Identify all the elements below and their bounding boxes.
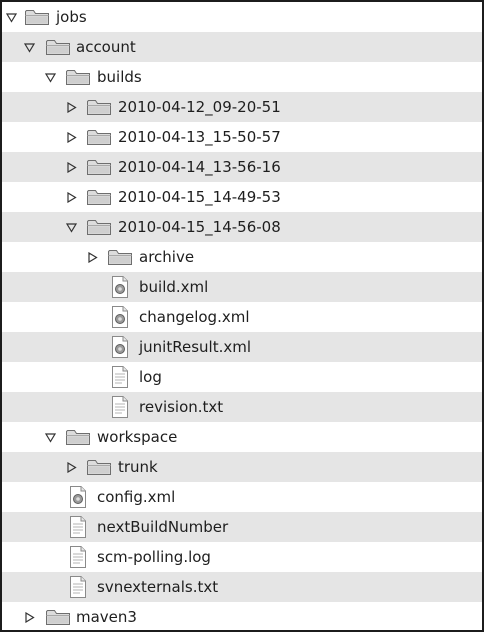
expanded-triangle-icon[interactable] bbox=[22, 32, 36, 62]
expanded-triangle-icon[interactable] bbox=[43, 422, 57, 452]
folder-icon bbox=[65, 427, 91, 447]
collapsed-triangle-icon[interactable] bbox=[64, 122, 78, 152]
folder-icon bbox=[86, 97, 112, 117]
tree-row-archive[interactable]: archive bbox=[2, 242, 482, 272]
tree-label: nextBuildNumber bbox=[97, 518, 229, 536]
folder-icon bbox=[86, 127, 112, 147]
tree-row-jobs[interactable]: jobs bbox=[2, 2, 482, 32]
xml-file-icon bbox=[110, 305, 130, 329]
folder-icon bbox=[45, 37, 71, 57]
collapsed-triangle-icon[interactable] bbox=[22, 602, 36, 632]
tree-label: jobs bbox=[56, 8, 87, 26]
tree-row-build-dir[interactable]: 2010-04-14_13-56-16 bbox=[2, 152, 482, 182]
tree-row-trunk[interactable]: trunk bbox=[2, 452, 482, 482]
folder-icon bbox=[86, 187, 112, 207]
tree-row-workspace[interactable]: workspace bbox=[2, 422, 482, 452]
text-file-icon bbox=[68, 515, 88, 539]
folder-icon bbox=[45, 607, 71, 627]
collapsed-triangle-icon[interactable] bbox=[64, 152, 78, 182]
tree-row-file[interactable]: build.xml bbox=[2, 272, 482, 302]
tree-label: log bbox=[139, 368, 162, 386]
text-file-icon bbox=[110, 395, 130, 419]
tree-row-file[interactable]: junitResult.xml bbox=[2, 332, 482, 362]
tree-row-builds[interactable]: builds bbox=[2, 62, 482, 92]
tree-label: 2010-04-15_14-56-08 bbox=[118, 218, 281, 236]
tree-label: revision.txt bbox=[139, 398, 224, 416]
text-file-icon bbox=[110, 365, 130, 389]
tree-row-build-dir[interactable]: 2010-04-15_14-49-53 bbox=[2, 182, 482, 212]
tree-row-file[interactable]: log bbox=[2, 362, 482, 392]
tree-row-maven3[interactable]: maven3 bbox=[2, 602, 482, 632]
tree-row-file[interactable]: config.xml bbox=[2, 482, 482, 512]
collapsed-triangle-icon[interactable] bbox=[64, 92, 78, 122]
xml-file-icon bbox=[110, 275, 130, 299]
tree-label: workspace bbox=[97, 428, 178, 446]
tree-label: scm-polling.log bbox=[97, 548, 211, 566]
tree-label: builds bbox=[97, 68, 142, 86]
tree-row-file[interactable]: svnexternals.txt bbox=[2, 572, 482, 602]
tree-label: config.xml bbox=[97, 488, 176, 506]
tree-row-file[interactable]: changelog.xml bbox=[2, 302, 482, 332]
text-file-icon bbox=[68, 575, 88, 599]
tree-label: 2010-04-12_09-20-51 bbox=[118, 98, 281, 116]
tree-label: archive bbox=[139, 248, 195, 266]
tree-row-account[interactable]: account bbox=[2, 32, 482, 62]
tree-label: changelog.xml bbox=[139, 308, 250, 326]
tree-label: svnexternals.txt bbox=[97, 578, 219, 596]
xml-file-icon bbox=[68, 485, 88, 509]
tree-label: trunk bbox=[118, 458, 158, 476]
expanded-triangle-icon[interactable] bbox=[64, 212, 78, 242]
tree-row-build-dir[interactable]: 2010-04-15_14-56-08 bbox=[2, 212, 482, 242]
collapsed-triangle-icon[interactable] bbox=[64, 182, 78, 212]
tree-label: 2010-04-15_14-49-53 bbox=[118, 188, 281, 206]
tree-label: build.xml bbox=[139, 278, 209, 296]
tree-row-build-dir[interactable]: 2010-04-12_09-20-51 bbox=[2, 92, 482, 122]
tree-label: maven3 bbox=[76, 608, 137, 626]
tree-row-file[interactable]: nextBuildNumber bbox=[2, 512, 482, 542]
expanded-triangle-icon[interactable] bbox=[43, 62, 57, 92]
xml-file-icon bbox=[110, 335, 130, 359]
file-tree: jobs account builds 2010-04-12_09-20-51 … bbox=[0, 0, 484, 632]
folder-icon bbox=[24, 7, 50, 27]
tree-label: 2010-04-14_13-56-16 bbox=[118, 158, 281, 176]
tree-label: account bbox=[76, 38, 136, 56]
collapsed-triangle-icon[interactable] bbox=[85, 242, 99, 272]
folder-icon bbox=[107, 247, 133, 267]
folder-icon bbox=[86, 457, 112, 477]
expanded-triangle-icon[interactable] bbox=[4, 2, 18, 32]
folder-icon bbox=[86, 217, 112, 237]
collapsed-triangle-icon[interactable] bbox=[64, 452, 78, 482]
folder-icon bbox=[65, 67, 91, 87]
tree-label: 2010-04-13_15-50-57 bbox=[118, 128, 281, 146]
tree-row-file[interactable]: revision.txt bbox=[2, 392, 482, 422]
text-file-icon bbox=[68, 545, 88, 569]
tree-label: junitResult.xml bbox=[139, 338, 252, 356]
tree-row-build-dir[interactable]: 2010-04-13_15-50-57 bbox=[2, 122, 482, 152]
tree-row-file[interactable]: scm-polling.log bbox=[2, 542, 482, 572]
folder-icon bbox=[86, 157, 112, 177]
